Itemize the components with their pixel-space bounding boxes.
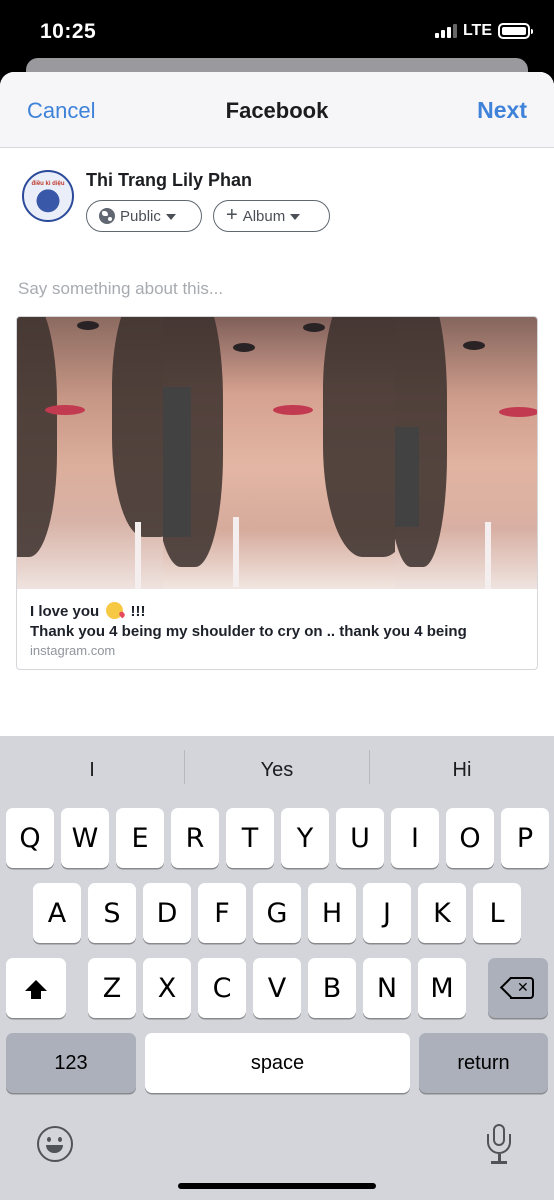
key-p[interactable]: P xyxy=(501,808,549,868)
key-u[interactable]: U xyxy=(336,808,384,868)
battery-icon xyxy=(498,23,533,39)
keyboard: I Yes Hi Q W E R T Y U I O P A S D F G H… xyxy=(0,736,554,1200)
key-v[interactable]: V xyxy=(253,958,301,1018)
key-d[interactable]: D xyxy=(143,883,191,943)
link-preview-text: I love you !!! Thank you 4 being my shou… xyxy=(30,602,527,658)
globe-icon xyxy=(99,208,115,224)
caret-down-icon xyxy=(165,213,176,220)
suggestion-bar: I Yes Hi xyxy=(0,736,554,802)
caret-down-icon xyxy=(290,213,301,220)
key-c[interactable]: C xyxy=(198,958,246,1018)
photo-panel xyxy=(395,317,537,589)
album-selector[interactable]: + Album xyxy=(213,200,330,232)
microphone-icon[interactable] xyxy=(486,1124,512,1166)
photo-panel xyxy=(163,317,395,589)
numbers-key[interactable]: 123 xyxy=(6,1033,136,1093)
signal-icon xyxy=(434,24,457,38)
key-s[interactable]: S xyxy=(88,883,136,943)
status-bar: 10:25 LTE xyxy=(0,0,554,66)
key-k[interactable]: K xyxy=(418,883,466,943)
space-key[interactable]: space xyxy=(145,1033,410,1093)
audience-label: Public xyxy=(120,207,161,225)
link-domain: instagram.com xyxy=(30,643,116,658)
photo-panel xyxy=(17,317,163,589)
audience-selector[interactable]: Public xyxy=(86,200,202,232)
key-a[interactable]: A xyxy=(33,883,81,943)
suggestion-1[interactable]: I xyxy=(0,736,184,802)
link-preview-image xyxy=(17,317,537,589)
suggestion-3[interactable]: Hi xyxy=(370,736,554,802)
key-m[interactable]: M xyxy=(418,958,466,1018)
post-text-input[interactable]: Say something about this... xyxy=(18,279,223,299)
backspace-icon: ✕ xyxy=(499,976,534,999)
home-indicator[interactable] xyxy=(178,1183,376,1189)
key-l[interactable]: L xyxy=(473,883,521,943)
key-z[interactable]: Z xyxy=(88,958,136,1018)
shift-key[interactable] xyxy=(6,958,66,1018)
backspace-key[interactable]: ✕ xyxy=(488,958,548,1018)
suggestion-2[interactable]: Yes xyxy=(185,736,369,802)
key-e[interactable]: E xyxy=(116,808,164,868)
key-o[interactable]: O xyxy=(446,808,494,868)
key-h[interactable]: H xyxy=(308,883,356,943)
album-label: Album xyxy=(242,207,286,225)
kiss-emoji-icon xyxy=(106,602,124,619)
key-q[interactable]: Q xyxy=(6,808,54,868)
key-b[interactable]: B xyxy=(308,958,356,1018)
key-j[interactable]: J xyxy=(363,883,411,943)
emoji-icon[interactable] xyxy=(37,1126,73,1162)
return-key[interactable]: return xyxy=(419,1033,548,1093)
status-time: 10:25 xyxy=(40,20,97,43)
author-name: Thi Trang Lily Phan xyxy=(86,170,253,190)
avatar-logo-text: điều kì diệu xyxy=(31,181,65,187)
sheet-title: Facebook xyxy=(225,98,329,123)
key-w[interactable]: W xyxy=(61,808,109,868)
next-button[interactable]: Next xyxy=(477,97,527,124)
key-r[interactable]: R xyxy=(171,808,219,868)
key-x[interactable]: X xyxy=(143,958,191,1018)
key-i[interactable]: I xyxy=(391,808,439,868)
link-preview-card[interactable]: I love you !!! Thank you 4 being my shou… xyxy=(16,316,538,670)
shift-icon xyxy=(25,979,47,999)
key-y[interactable]: Y xyxy=(281,808,329,868)
status-indicators: LTE xyxy=(434,22,533,40)
nav-bar: Cancel Facebook Next xyxy=(0,72,554,148)
plus-icon: + xyxy=(226,204,238,226)
link-description: Thank you 4 being my shoulder to cry on … xyxy=(30,623,467,640)
network-type: LTE xyxy=(462,22,492,39)
link-title: I love you !!! xyxy=(30,602,146,620)
key-t[interactable]: T xyxy=(226,808,274,868)
key-n[interactable]: N xyxy=(363,958,411,1018)
key-f[interactable]: F xyxy=(198,883,246,943)
key-g[interactable]: G xyxy=(253,883,301,943)
avatar: điều kì diệu xyxy=(22,170,74,222)
